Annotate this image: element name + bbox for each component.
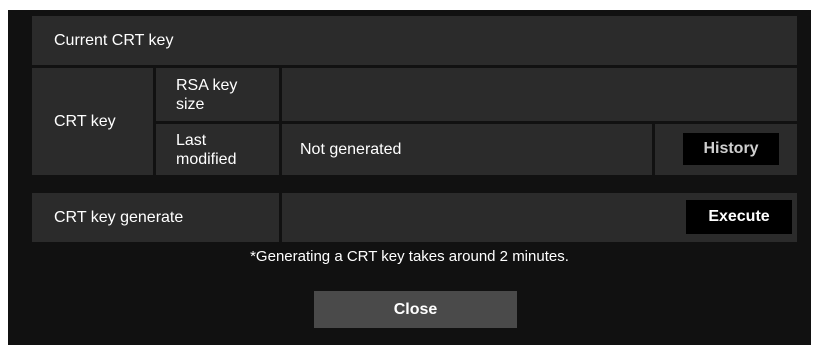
rsa-key-size-value-cell [282, 68, 797, 121]
crt-key-generate-label-cell: CRT key generate [32, 193, 279, 242]
crt-key-label: CRT key [54, 113, 116, 130]
rsa-key-size-label: RSA key size [176, 76, 238, 113]
section-title: Current CRT key [54, 32, 174, 49]
execute-button[interactable]: Execute [686, 200, 792, 234]
last-modified-value-cell: Not generated [282, 124, 652, 175]
last-modified-label-cell: Last modified [156, 124, 279, 175]
history-button[interactable]: History [683, 133, 779, 165]
current-crt-key-header: Current CRT key [32, 16, 797, 65]
generate-note: *Generating a CRT key takes around 2 min… [250, 248, 569, 265]
crt-key-dialog: Current CRT key CRT key RSA key size Las… [8, 10, 811, 345]
close-button[interactable]: Close [314, 291, 517, 328]
crt-key-row-label: CRT key [32, 68, 153, 175]
last-modified-value: Not generated [300, 141, 402, 158]
crt-key-generate-label: CRT key generate [54, 209, 184, 226]
last-modified-label: Last modified [176, 131, 237, 168]
rsa-key-size-label-cell: RSA key size [156, 68, 279, 121]
